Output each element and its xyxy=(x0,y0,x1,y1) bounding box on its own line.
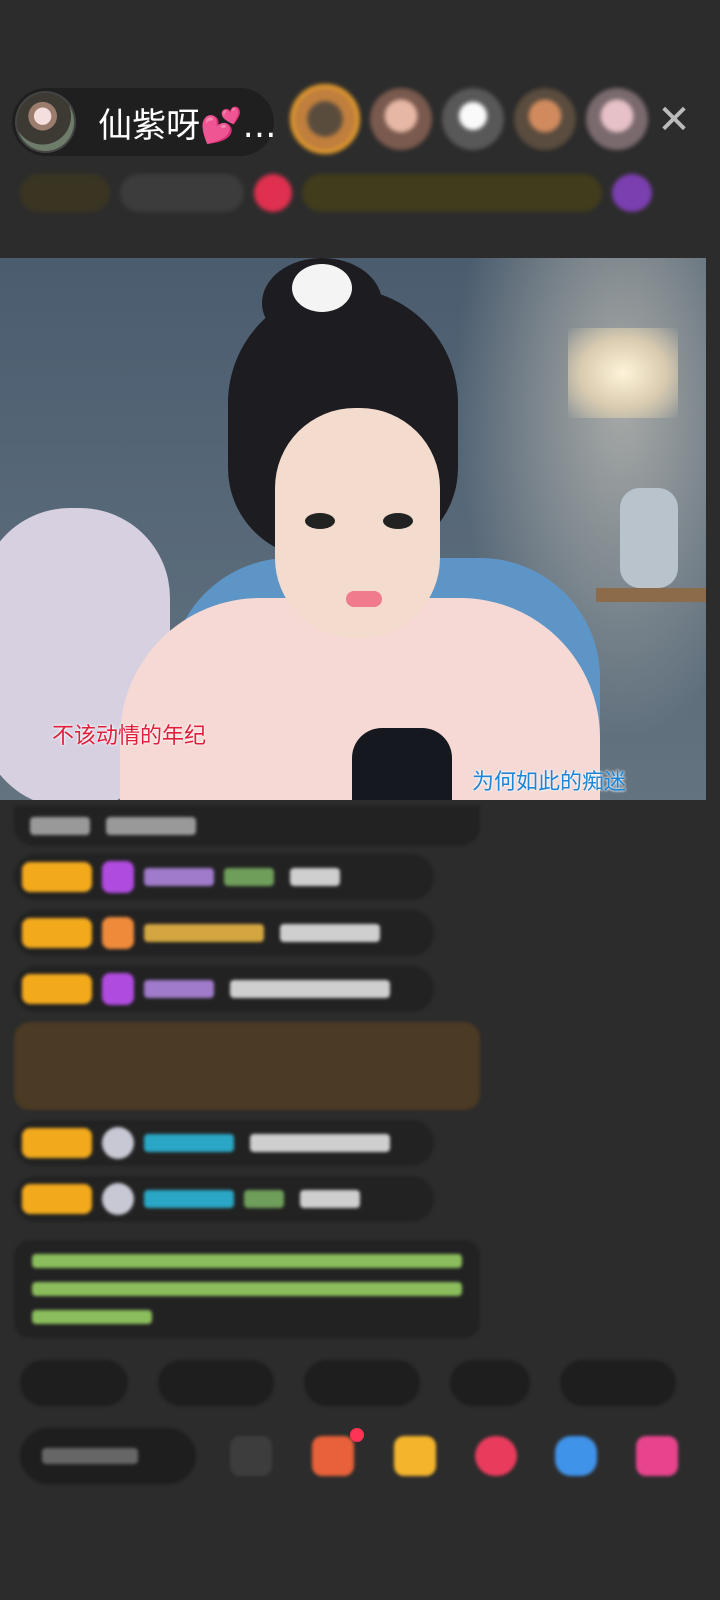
host-name[interactable]: 仙紫呀💕… xyxy=(98,98,274,147)
live-video[interactable]: 不该动情的年纪 为何如此的痴迷 xyxy=(0,258,706,800)
user-nickname[interactable] xyxy=(144,1190,234,1208)
level-badge xyxy=(22,1184,92,1214)
notice-ticker[interactable] xyxy=(302,174,602,212)
follow-icon[interactable] xyxy=(254,174,292,212)
level-badge xyxy=(22,1128,92,1158)
present-icon[interactable] xyxy=(636,1436,678,1476)
heart-icon[interactable] xyxy=(475,1436,517,1476)
live-room-screen: 仙紫呀💕… ✕ 不该动情的年纪 为何如此的痴迷 xyxy=(0,0,720,1600)
shelf xyxy=(596,588,706,602)
viewer-avatar-3[interactable] xyxy=(442,88,504,150)
lyric-line-left: 不该动情的年纪 xyxy=(52,724,207,749)
shop-icon[interactable] xyxy=(312,1436,354,1476)
popularity-chip[interactable] xyxy=(120,174,244,212)
badge-icon xyxy=(102,917,134,949)
avatar-icon xyxy=(102,1183,134,1215)
quick-reply-chip[interactable] xyxy=(20,1360,128,1406)
toy-figure xyxy=(620,488,678,588)
emoji-icon[interactable] xyxy=(230,1436,272,1476)
chat-message xyxy=(14,910,434,956)
level-badge xyxy=(22,862,92,892)
quick-reply-row xyxy=(20,1360,676,1406)
viewer-avatar-2[interactable] xyxy=(370,88,432,150)
quick-reply-chip[interactable] xyxy=(560,1360,676,1406)
host-info-pill[interactable]: 仙紫呀💕… xyxy=(12,88,274,156)
gift-box-icon[interactable] xyxy=(394,1436,436,1476)
game-icon[interactable] xyxy=(555,1436,597,1476)
system-notice xyxy=(14,1240,480,1338)
level-badge xyxy=(22,918,92,948)
level-badge xyxy=(22,974,92,1004)
right-eye xyxy=(383,513,413,529)
chat-message xyxy=(14,854,434,900)
lyric-line-right: 为何如此的痴迷 xyxy=(472,770,627,795)
chat-message xyxy=(14,1176,434,1222)
left-eye xyxy=(305,513,335,529)
avatar-icon xyxy=(102,1127,134,1159)
chat-message xyxy=(14,1120,434,1166)
host-avatar[interactable] xyxy=(15,91,77,153)
viewer-avatar-5[interactable] xyxy=(586,88,648,150)
rank-chip[interactable] xyxy=(20,174,110,212)
user-nickname[interactable] xyxy=(144,980,214,998)
user-nickname[interactable] xyxy=(144,924,264,942)
bottom-bar xyxy=(20,1428,710,1484)
lamp xyxy=(568,328,678,418)
microphone xyxy=(352,728,452,800)
diamond-icon xyxy=(102,861,134,893)
comment-input[interactable] xyxy=(20,1428,196,1484)
chat-message xyxy=(14,966,434,1012)
viewer-avatar-1[interactable] xyxy=(290,84,360,154)
gift-icon[interactable] xyxy=(612,174,652,212)
chat-message-highlight xyxy=(14,1022,480,1110)
quick-reply-chip[interactable] xyxy=(450,1360,530,1406)
viewer-avatar-4[interactable] xyxy=(514,88,576,150)
room-info-bar xyxy=(20,170,690,216)
quick-reply-chip[interactable] xyxy=(304,1360,420,1406)
close-icon[interactable]: ✕ xyxy=(654,96,694,144)
chat-message xyxy=(14,806,480,846)
bunny-hair-clip xyxy=(292,264,352,312)
lips xyxy=(346,591,382,607)
user-nickname[interactable] xyxy=(144,1134,234,1152)
diamond-icon xyxy=(102,973,134,1005)
top-viewers-list xyxy=(290,84,648,154)
user-nickname[interactable] xyxy=(144,868,214,886)
quick-reply-chip[interactable] xyxy=(158,1360,274,1406)
notification-dot xyxy=(350,1428,364,1442)
